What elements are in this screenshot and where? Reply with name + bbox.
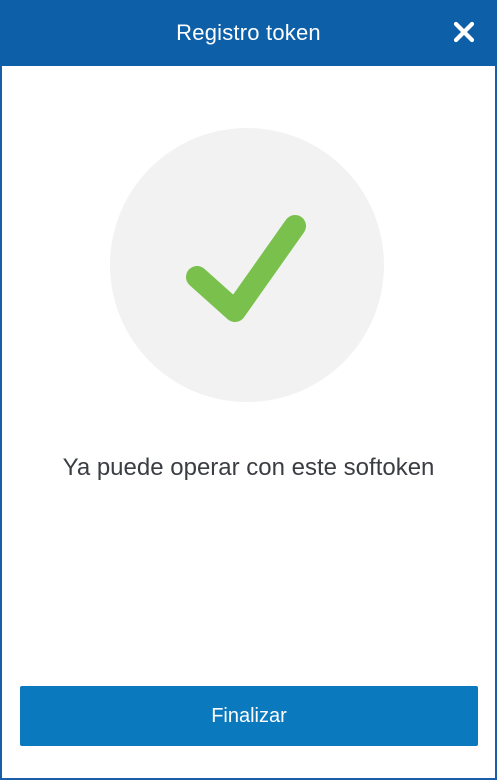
close-button[interactable] (451, 19, 477, 45)
dialog-title: Registro token (176, 20, 321, 45)
success-indicator (110, 128, 384, 402)
dialog-header: Registro token (0, 0, 497, 66)
close-icon (453, 21, 475, 43)
success-message: Ya puede operar con este softoken (62, 454, 435, 481)
checkmark-icon (186, 215, 306, 322)
token-registration-dialog: Registro token Ya puede operar con este … (0, 0, 497, 780)
finish-button[interactable]: Finalizar (20, 686, 478, 746)
